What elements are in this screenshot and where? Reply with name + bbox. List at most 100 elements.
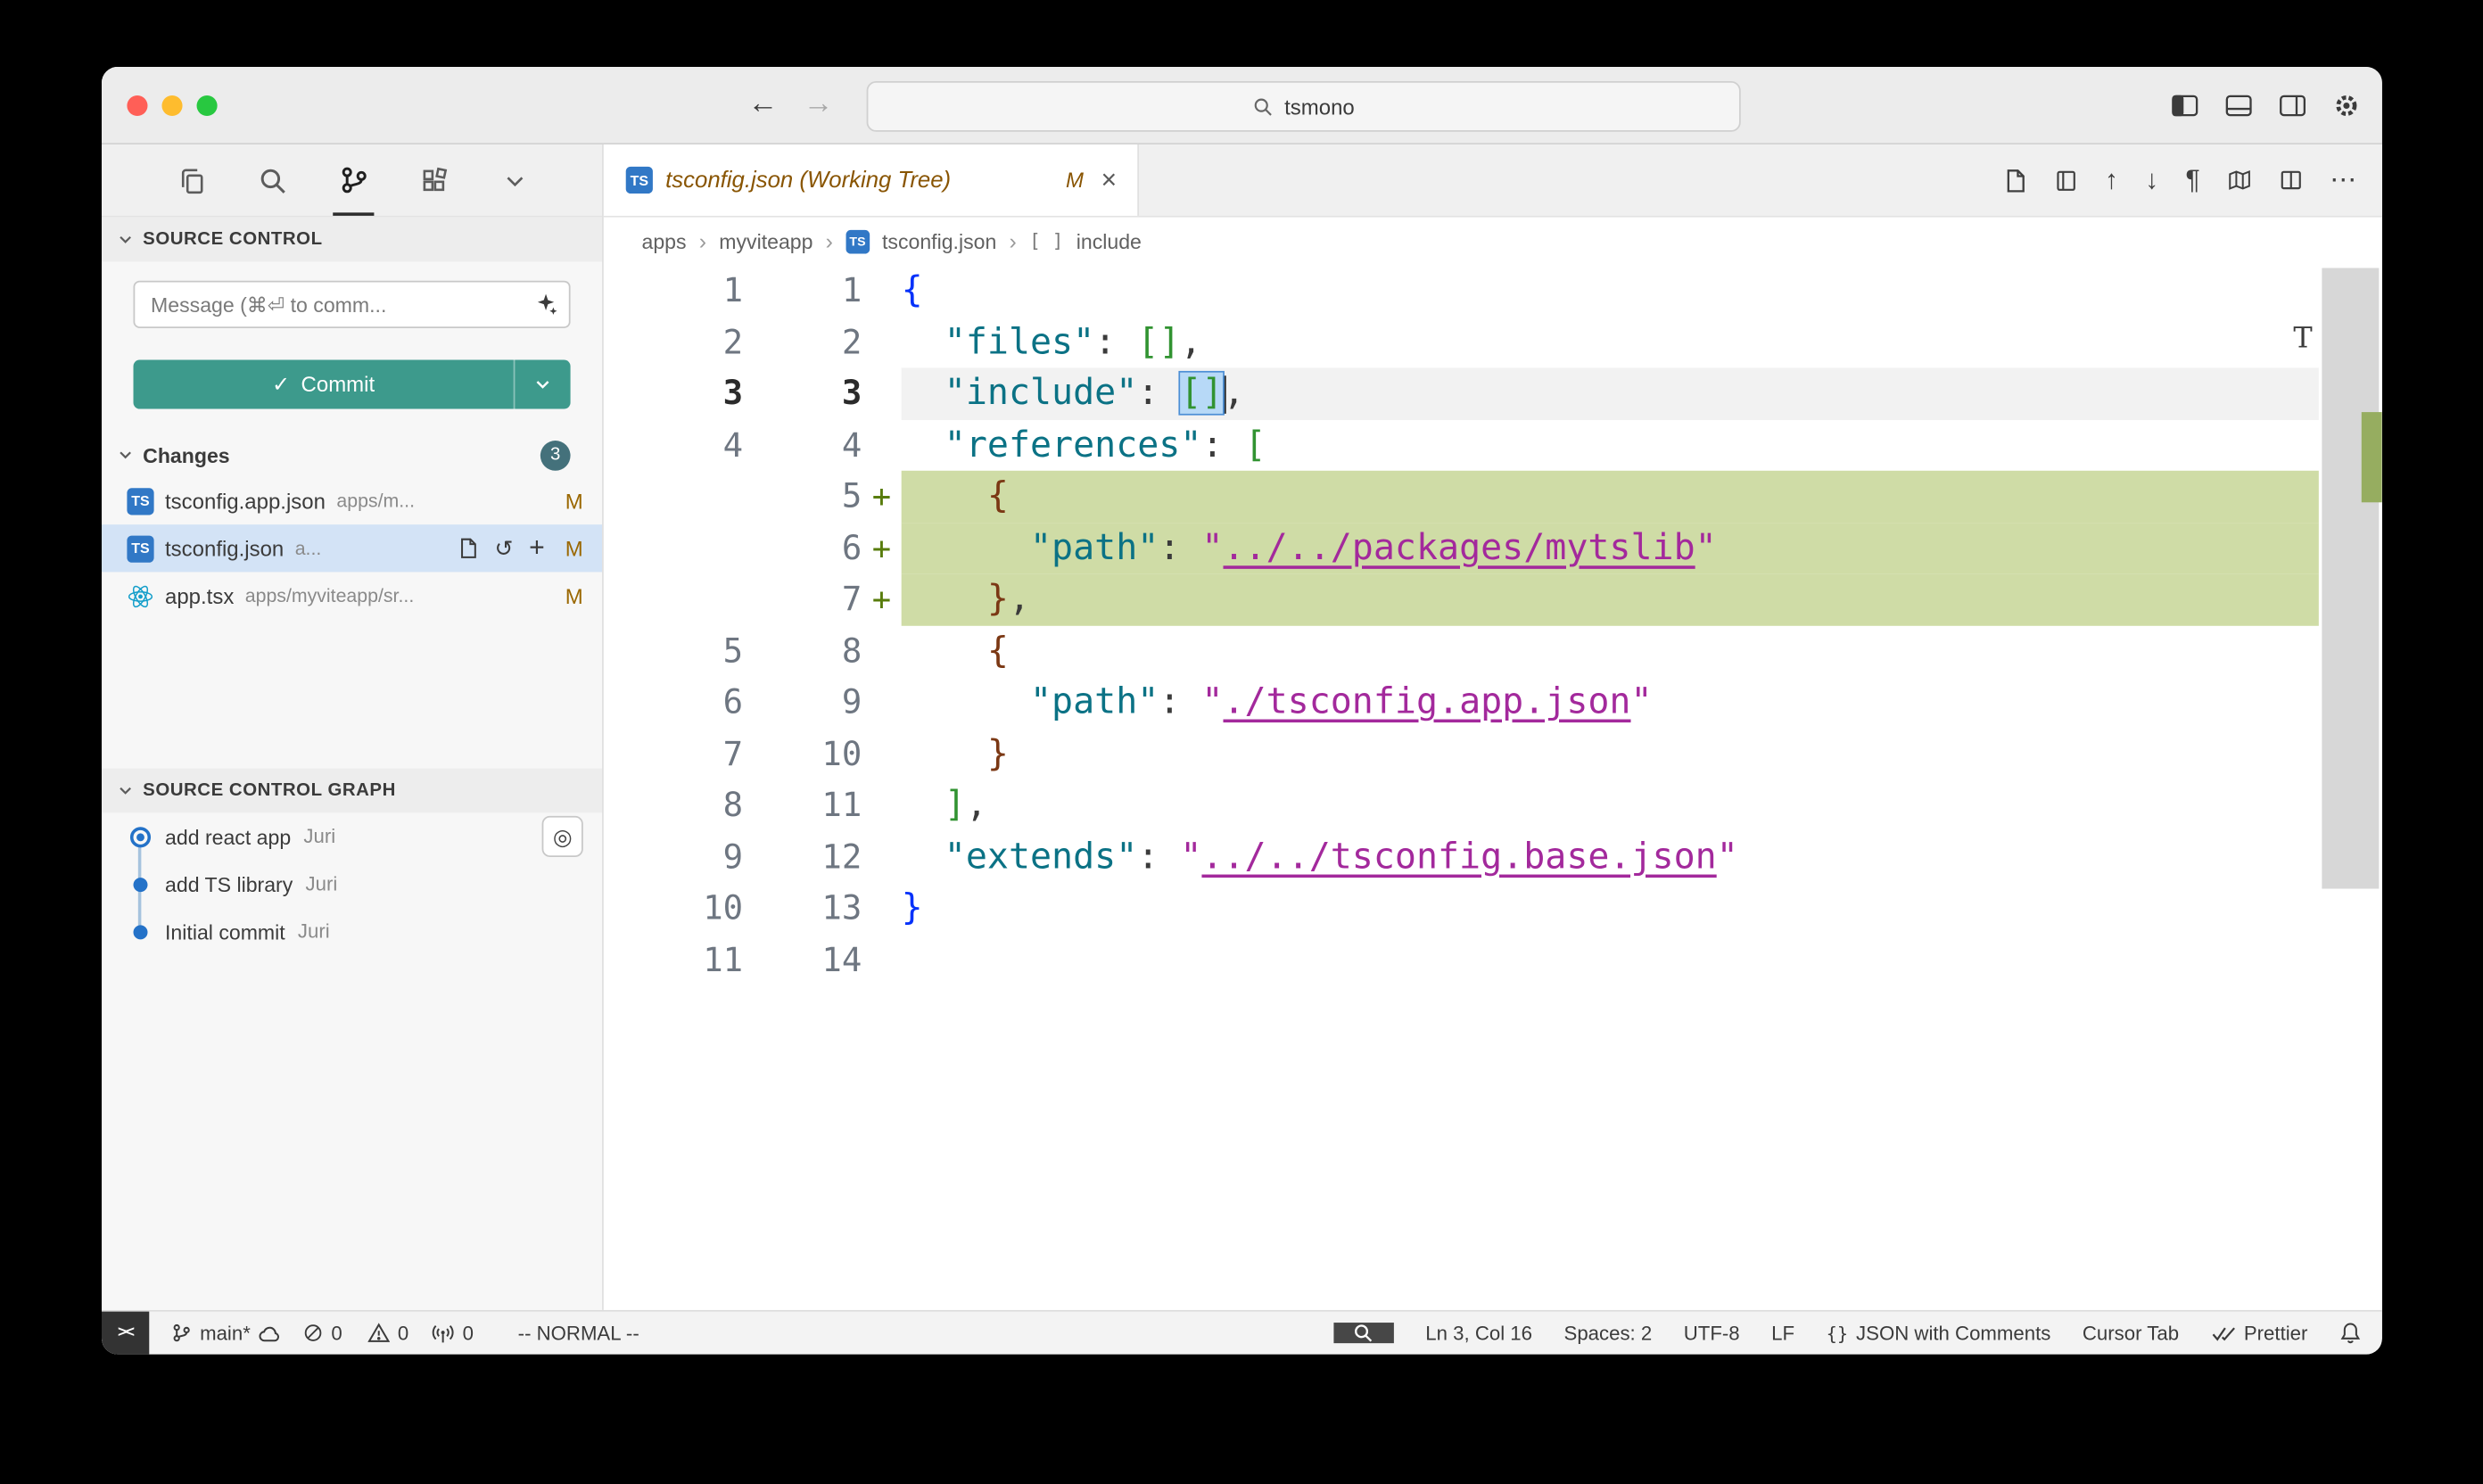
code-line[interactable]: 1013} bbox=[604, 882, 2319, 934]
code-line-content[interactable]: { bbox=[902, 471, 2319, 523]
new-line-number: 4 bbox=[743, 419, 862, 471]
file-path: a... bbox=[295, 537, 448, 559]
code-line-content[interactable]: ], bbox=[902, 779, 2319, 831]
change-file-row[interactable]: TStsconfig.jsona...↺+M bbox=[102, 524, 602, 572]
back-icon[interactable]: ← bbox=[747, 87, 778, 122]
remote-indicator[interactable]: >< bbox=[102, 1312, 149, 1355]
commit-row[interactable]: add react appJuri◎ bbox=[102, 812, 602, 860]
code-line[interactable]: 7+ }, bbox=[604, 573, 2319, 625]
next-change-icon[interactable]: ↓ bbox=[2145, 167, 2158, 194]
code-line[interactable]: 11{ bbox=[604, 265, 2319, 317]
diff-editor[interactable]: 11 {22 "files": [],33 "include": [],44 "r… bbox=[604, 265, 2382, 1310]
source-control-header[interactable]: SOURCE CONTROL bbox=[102, 218, 602, 262]
code-line[interactable]: 33 "include": [], bbox=[604, 367, 2319, 419]
code-line[interactable]: 22 "files": [], bbox=[604, 317, 2319, 368]
code-line-content[interactable]: }, bbox=[902, 573, 2319, 625]
code-line[interactable]: 69 "path": "./tsconfig.app.json" bbox=[604, 677, 2319, 729]
inline-view-icon[interactable] bbox=[2054, 168, 2078, 193]
commit-dropdown-chevron-icon[interactable] bbox=[515, 375, 570, 393]
discard-changes-icon[interactable]: ↺ bbox=[494, 535, 513, 562]
branch-indicator[interactable]: main* bbox=[171, 1322, 280, 1344]
commit-message-input[interactable] bbox=[134, 281, 571, 328]
code-line-content[interactable]: "path": "../../packages/mytslib" bbox=[902, 522, 2319, 573]
code-line-content[interactable]: "include": [], bbox=[902, 367, 2319, 419]
code-line-content[interactable]: { bbox=[902, 265, 2319, 317]
breadcrumb-item-tsconfig[interactable]: tsconfig.json bbox=[882, 229, 996, 253]
minimize-window-button[interactable] bbox=[161, 95, 182, 115]
code-line-content[interactable]: "path": "./tsconfig.app.json" bbox=[902, 677, 2319, 729]
editor-scrollbar[interactable] bbox=[2319, 265, 2382, 1310]
commit-row[interactable]: Initial commitJuri bbox=[102, 908, 602, 955]
current-commit-target-icon[interactable]: ◎ bbox=[542, 816, 583, 857]
editor-actions: ↑ ↓ ¶ ⋯ bbox=[2003, 144, 2382, 216]
toggle-sidebar-icon[interactable] bbox=[2172, 93, 2198, 117]
split-editor-icon[interactable] bbox=[2279, 169, 2303, 193]
toggle-secondary-sidebar-icon[interactable] bbox=[2279, 93, 2306, 117]
code-line[interactable]: 6+ "path": "../../packages/mytslib" bbox=[604, 522, 2319, 573]
code-line-content[interactable]: } bbox=[902, 882, 2319, 934]
formatter-indicator[interactable]: Prettier bbox=[2211, 1322, 2308, 1344]
code-line[interactable]: 912 "extends": "../../tsconfig.base.json… bbox=[604, 831, 2319, 883]
new-line-number: 12 bbox=[743, 831, 862, 883]
search-icon bbox=[1253, 96, 1274, 117]
new-line-number: 1 bbox=[743, 265, 862, 317]
indentation-indicator[interactable]: Spaces: 2 bbox=[1564, 1322, 1653, 1344]
commit-button[interactable]: ✓ Commit bbox=[134, 359, 571, 408]
commit-row[interactable]: add TS libraryJuri bbox=[102, 861, 602, 908]
ports-indicator[interactable]: 0 bbox=[431, 1322, 474, 1344]
code-line-content[interactable]: "extends": "../../tsconfig.base.json" bbox=[902, 831, 2319, 883]
code-line-content[interactable] bbox=[902, 934, 2319, 985]
code-line[interactable]: 44 "references": [ bbox=[604, 419, 2319, 471]
zoom-indicator[interactable] bbox=[1333, 1323, 1393, 1343]
close-tab-icon[interactable]: × bbox=[1096, 164, 1121, 196]
change-file-row[interactable]: app.tsxapps/myviteapp/sr...M bbox=[102, 572, 602, 619]
close-window-button[interactable] bbox=[127, 95, 147, 115]
map-icon[interactable] bbox=[2227, 169, 2252, 193]
search-view-icon[interactable] bbox=[252, 144, 293, 216]
copilot-sparkle-icon[interactable] bbox=[534, 292, 558, 316]
code-line[interactable]: 811 ], bbox=[604, 779, 2319, 831]
toggle-panel-icon[interactable] bbox=[2225, 93, 2252, 117]
more-actions-icon[interactable]: ⋯ bbox=[2330, 167, 2356, 194]
stage-changes-icon[interactable]: + bbox=[529, 532, 545, 565]
notifications-bell-icon[interactable] bbox=[2339, 1321, 2362, 1345]
old-line-number: 5 bbox=[604, 625, 743, 677]
eol-indicator[interactable]: LF bbox=[1771, 1322, 1794, 1344]
change-file-row[interactable]: TStsconfig.app.jsonapps/m...M bbox=[102, 477, 602, 524]
code-line[interactable]: 58 { bbox=[604, 625, 2319, 677]
whitespace-icon[interactable]: ¶ bbox=[2185, 167, 2199, 194]
settings-gear-icon[interactable] bbox=[2333, 92, 2360, 119]
explorer-icon[interactable] bbox=[171, 144, 212, 216]
code-line-content[interactable]: { bbox=[902, 625, 2319, 677]
source-control-view-icon[interactable] bbox=[333, 144, 374, 216]
command-center-search[interactable]: tsmono bbox=[867, 81, 1741, 132]
language-mode-indicator[interactable]: {} JSON with Comments bbox=[1827, 1322, 2051, 1344]
code-line[interactable]: 1114 bbox=[604, 934, 2319, 985]
open-file-icon[interactable] bbox=[458, 537, 479, 559]
vim-mode-indicator[interactable]: -- NORMAL -- bbox=[518, 1322, 639, 1344]
scrollbar-thumb[interactable] bbox=[2322, 268, 2379, 889]
breadcrumb-item-include[interactable]: include bbox=[1077, 229, 1142, 253]
code-line-content[interactable]: "references": [ bbox=[902, 419, 2319, 471]
previous-change-icon[interactable]: ↑ bbox=[2105, 167, 2118, 194]
breadcrumb-item-myviteapp[interactable]: myviteapp bbox=[719, 229, 813, 253]
breadcrumb-item-apps[interactable]: apps bbox=[641, 229, 686, 253]
more-views-chevron-icon[interactable] bbox=[494, 144, 535, 216]
code-line-content[interactable]: "files": [], bbox=[902, 317, 2319, 368]
old-line-number: 11 bbox=[604, 934, 743, 985]
source-control-graph-header[interactable]: SOURCE CONTROL GRAPH bbox=[102, 769, 602, 813]
changes-section-header[interactable]: Changes 3 bbox=[102, 433, 602, 477]
code-line[interactable]: 5+ { bbox=[604, 471, 2319, 523]
forward-icon[interactable]: → bbox=[804, 87, 834, 122]
cursor-position[interactable]: Ln 3, Col 16 bbox=[1425, 1322, 1532, 1344]
encoding-indicator[interactable]: UTF-8 bbox=[1684, 1322, 1740, 1344]
tab-tsconfig-working-tree[interactable]: TS tsconfig.json (Working Tree) M × bbox=[604, 144, 1139, 216]
extensions-view-icon[interactable] bbox=[414, 144, 455, 216]
code-line-content[interactable]: } bbox=[902, 728, 2319, 779]
open-file-icon[interactable] bbox=[2003, 168, 2027, 193]
zoom-window-button[interactable] bbox=[197, 95, 218, 115]
editor-group: TS tsconfig.json (Working Tree) M × ↑ ↓ … bbox=[604, 144, 2382, 1310]
cursor-tab-indicator[interactable]: Cursor Tab bbox=[2083, 1322, 2179, 1344]
code-line[interactable]: 710 } bbox=[604, 728, 2319, 779]
problems-indicator[interactable]: 0 0 bbox=[302, 1322, 408, 1344]
